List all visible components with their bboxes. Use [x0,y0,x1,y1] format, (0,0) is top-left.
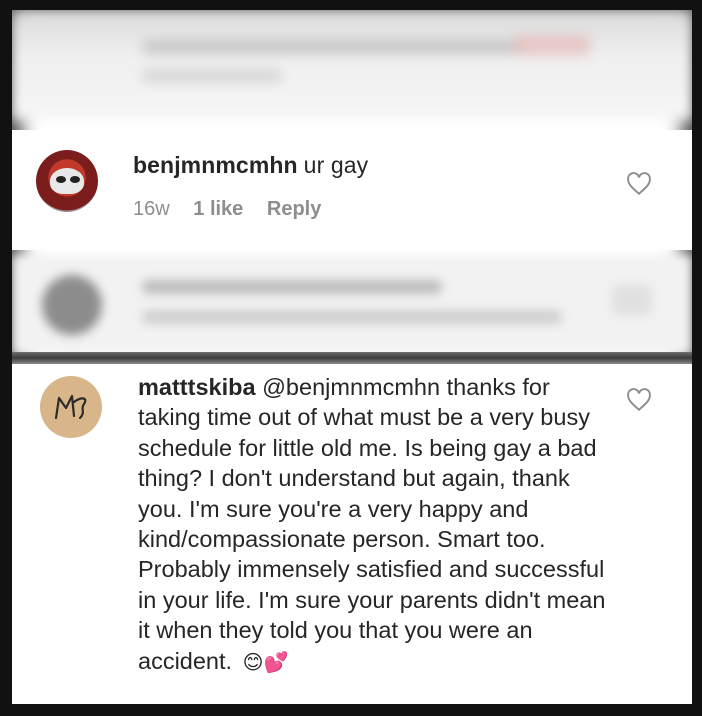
blurred-comment [12,255,692,355]
comment-username[interactable]: matttskiba [138,374,256,400]
comment-item: matttskiba @benjmnmcmhn thanks for takin… [12,364,692,704]
comment-time: 16w [133,198,170,220]
comment-text: ur gay [303,152,369,178]
comment-username[interactable]: benjmnmcmhn [133,152,298,178]
ms-logo-icon [54,394,87,420]
emoji-icons: 😊💕 [242,651,289,674]
reply-button[interactable]: Reply [267,198,321,220]
blurred-caption-area [12,10,692,120]
comment-text: thanks for taking time out of what must … [138,374,606,674]
comment-item: benjmnmcmhn ur gay 16w 1 like Reply [12,130,692,250]
mention-link[interactable]: @benjmnmcmhn [262,374,440,400]
comment-body: matttskiba @benjmnmcmhn thanks for takin… [138,372,618,678]
heart-outline-icon[interactable] [626,388,652,412]
comment-meta: 16w 1 like Reply [133,198,339,221]
screenshot-frame: benjmnmcmhn ur gay 16w 1 like Reply mattt… [12,10,692,704]
heart-outline-icon[interactable] [626,172,652,196]
comment-likes[interactable]: 1 like [193,198,243,220]
comment-line: benjmnmcmhn ur gay [133,152,368,179]
avatar[interactable] [40,376,102,438]
avatar[interactable] [36,150,98,212]
separator [12,352,692,364]
